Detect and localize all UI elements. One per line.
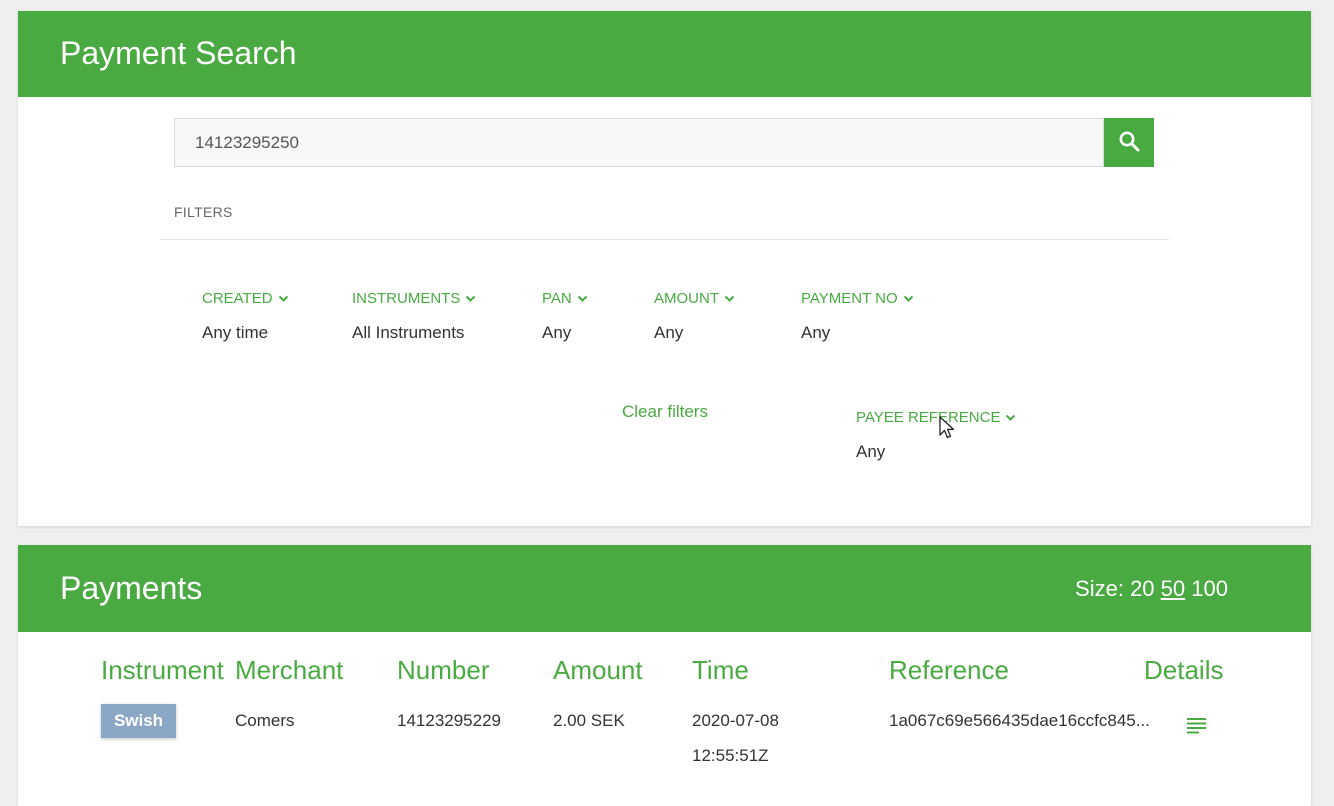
filter-value: All Instruments <box>352 323 465 342</box>
filter-value: Any <box>654 323 684 342</box>
clear-filters-link[interactable]: Clear filters <box>622 402 708 422</box>
filter-label: AMOUNT <box>654 290 719 307</box>
filter-instruments[interactable]: INSTRUMENTS All Instruments <box>352 290 476 343</box>
time-date-cell: 2020-07-08 <box>692 711 779 730</box>
payment-search-header: Payment Search <box>18 11 1311 97</box>
column-header-merchant: Merchant <box>235 655 344 685</box>
filter-payment-no[interactable]: PAYMENT NO Any <box>801 290 914 343</box>
size-option-50[interactable]: 50 <box>1161 576 1185 601</box>
filter-label: PAN <box>542 290 572 307</box>
amount-cell: 2.00 SEK <box>553 711 625 730</box>
chevron-down-icon <box>466 295 476 302</box>
details-lines-icon[interactable] <box>1187 717 1207 735</box>
filter-pan[interactable]: PAN Any <box>542 290 588 343</box>
filter-value: Any <box>542 323 572 342</box>
filter-label: INSTRUMENTS <box>352 290 461 307</box>
filter-label: PAYEE REFERENCE <box>856 409 1001 426</box>
payments-card: Payments Size: 20 50 100 Instrument Merc… <box>18 545 1311 806</box>
column-header-instrument: Instrument <box>101 655 224 685</box>
filters-divider <box>160 239 1169 240</box>
filter-label: PAYMENT NO <box>801 290 898 307</box>
filter-created[interactable]: CREATED Any time <box>202 290 289 343</box>
search-icon <box>1118 130 1140 155</box>
filter-payee-reference[interactable]: PAYEE REFERENCE Any <box>856 409 1016 462</box>
filter-amount[interactable]: AMOUNT Any <box>654 290 735 343</box>
time-clock-cell: 12:55:51Z <box>692 746 769 765</box>
filter-value: Any <box>801 323 831 342</box>
page-title: Payment Search <box>60 35 297 71</box>
filter-value: Any time <box>202 323 269 342</box>
page-size-selector: Size: 20 50 100 <box>1075 545 1228 632</box>
filters-label: FILTERS <box>174 204 233 220</box>
search-input[interactable] <box>174 118 1104 167</box>
instrument-badge: Swish <box>101 704 176 738</box>
chevron-down-icon <box>903 295 913 302</box>
mouse-cursor-icon <box>939 416 955 439</box>
column-header-time: Time <box>692 655 749 685</box>
column-header-number: Number <box>397 655 490 685</box>
size-option-100[interactable]: 100 <box>1191 576 1228 601</box>
filter-label: CREATED <box>202 290 273 307</box>
size-option-20[interactable]: 20 <box>1130 576 1154 601</box>
filter-value: Any <box>856 442 886 461</box>
chevron-down-icon <box>577 295 587 302</box>
size-label: Size: <box>1075 576 1124 601</box>
column-header-reference: Reference <box>889 655 1009 685</box>
merchant-cell: Comers <box>235 711 295 730</box>
chevron-down-icon <box>724 295 735 302</box>
column-header-details: Details <box>1144 655 1224 685</box>
chevron-down-icon <box>1006 414 1016 421</box>
reference-cell: 1a067c69e566435dae16ccfc845... <box>889 711 1150 730</box>
payment-search-card: Payment Search FILTERS CREATED Any time … <box>18 11 1311 526</box>
payments-header: Payments Size: 20 50 100 <box>18 545 1311 632</box>
search-button[interactable] <box>1104 118 1154 167</box>
column-header-amount: Amount <box>553 655 643 685</box>
number-cell: 14123295229 <box>397 711 502 730</box>
chevron-down-icon <box>278 295 288 302</box>
payments-title: Payments <box>60 570 203 606</box>
